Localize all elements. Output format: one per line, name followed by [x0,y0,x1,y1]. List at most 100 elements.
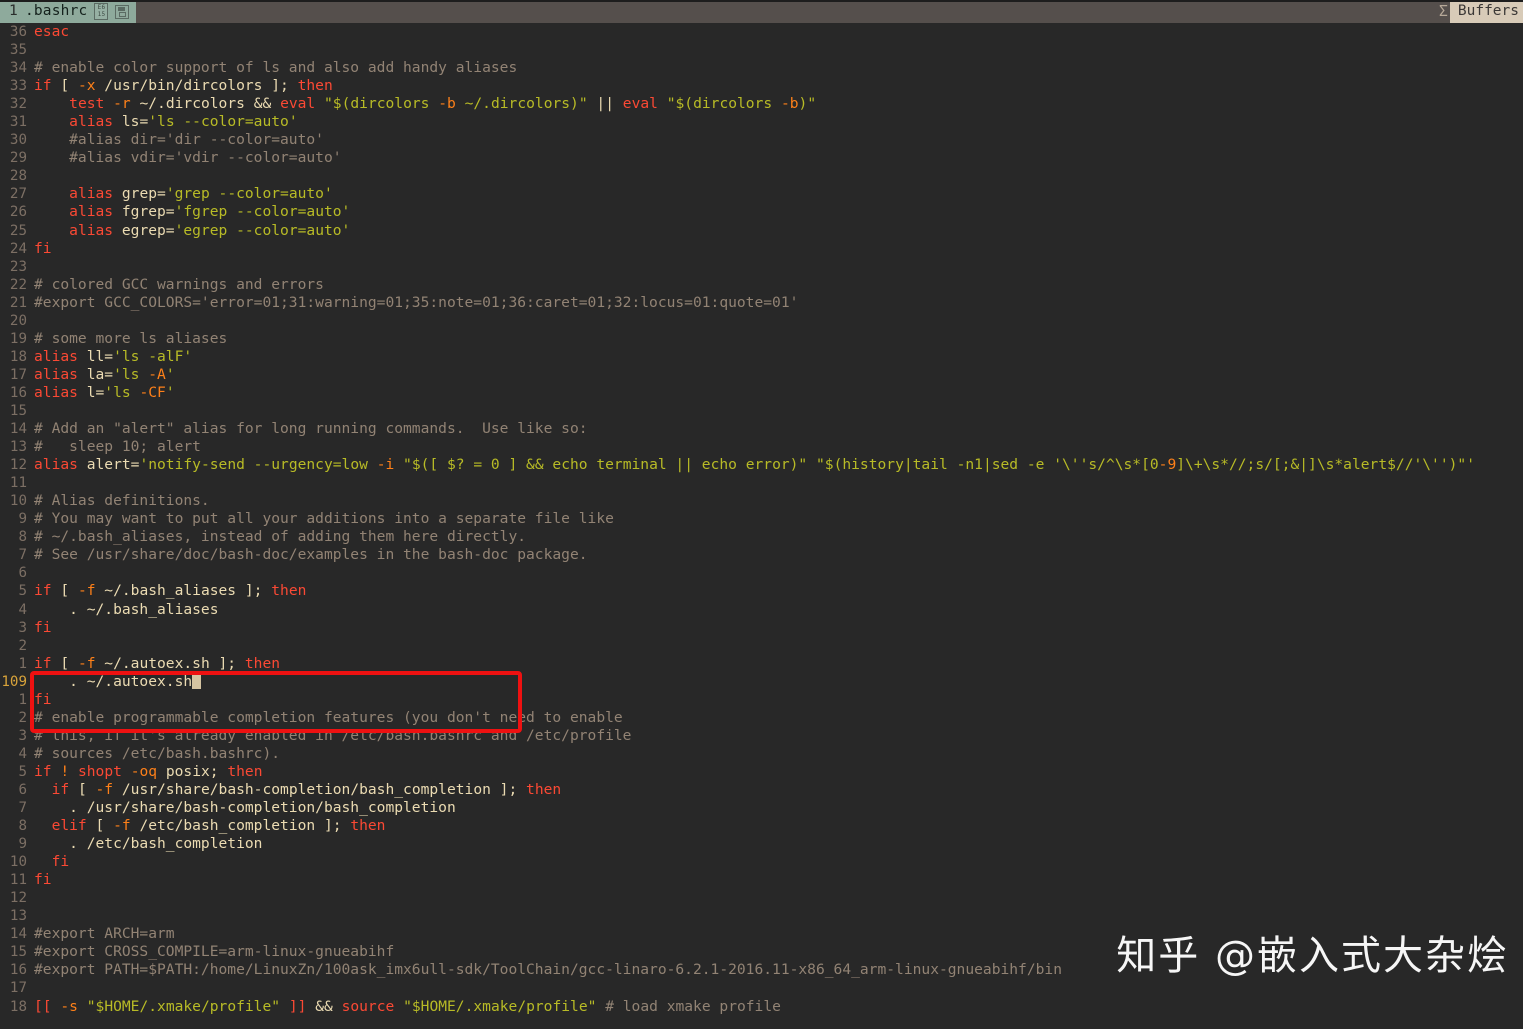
code-token: alert= [77,456,140,474]
tab-number: 1 [9,3,18,19]
code-text: # sources /etc/bash.bashrc). [34,745,280,763]
code-line[interactable]: 17 [0,979,1523,997]
code-line[interactable]: 9 . /etc/bash_completion [0,835,1523,853]
code-token: ll= [77,347,114,365]
code-line[interactable]: 30 #alias dir='dir --color=auto' [0,131,1523,149]
code-text: . ~/.autoex.sh [34,672,201,691]
code-line[interactable]: 16 alias l='ls -CF' [0,384,1523,402]
buffers-button[interactable]: Buffers [1449,0,1523,23]
code-token: # colored GCC warnings and errors [34,275,324,293]
code-line[interactable]: 5 if [ -f ~/.bash_aliases ]; then [0,582,1523,600]
code-token: ~/.autoex.sh ]; [95,654,245,672]
code-text: . /etc/bash_completion [34,835,262,853]
code-token: /etc/bash_completion ]; [130,817,351,835]
code-token: ' [165,365,175,383]
code-line[interactable]: 11 fi [0,871,1523,889]
code-line[interactable]: 29 #alias vdir='vdir --color=auto' [0,149,1523,167]
code-line[interactable]: 18 [[ -s "$HOME/.xmake/profile" ]] && sou… [0,998,1523,1016]
line-number: 21 [9,294,27,311]
code-line[interactable]: 12 alias alert='notify-send --urgency=low… [0,456,1523,474]
powerline-separator-icon: Σ [1438,2,1448,20]
code-line[interactable]: 24 fi [0,240,1523,258]
code-line[interactable]: 25 alias egrep='egrep --color=auto' [0,222,1523,240]
code-token: if [34,654,52,672]
code-line[interactable]: 27 alias grep='grep --color=auto' [0,185,1523,203]
code-line[interactable]: 1 if [ -f ~/.autoex.sh ]; then [0,655,1523,673]
code-text: . /usr/share/bash-completion/bash_comple… [34,799,456,817]
code-token: l= [77,383,105,401]
editor-area[interactable]: 36 esac 35 34 # enable color support of ls a… [0,23,1523,1029]
code-text: alias l='ls -CF' [34,384,175,402]
code-line[interactable]: 31 alias ls='ls --color=auto' [0,113,1523,131]
code-line[interactable]: 36 esac [0,23,1523,41]
code-line[interactable]: 18 alias ll='ls -alF' [0,348,1523,366]
code-token: # ~/.bash_aliases, instead of adding the… [34,528,527,546]
code-line[interactable]: 17 alias la='ls -A' [0,366,1523,384]
code-token: posix; [157,762,228,780]
code-token: # Alias definitions. [34,492,210,510]
code-line[interactable]: 28 [0,167,1523,185]
code-line[interactable]: 26 alias fgrep='fgrep --color=auto' [0,203,1523,221]
code-token: [ [51,77,78,95]
code-text: if [ -f ~/.autoex.sh ]; then [34,655,280,673]
code-line[interactable]: 109 . ~/.autoex.sh [0,672,1523,691]
code-line[interactable]: 35 [0,41,1523,59]
code-text: #alias dir='dir --color=auto' [34,131,324,149]
code-line[interactable]: 5 if ! shopt -oq posix; then [0,763,1523,781]
code-line[interactable]: 3 fi [0,619,1523,637]
code-line[interactable]: 8 # ~/.bash_aliases, instead of adding th… [0,528,1523,546]
code-line[interactable]: 2 [0,637,1523,655]
line-number: 29 [9,150,27,167]
code-token: "$([ $? = 0 ] && echo terminal || echo e… [394,456,1159,474]
code-line[interactable]: 3 # this, if it's already enabled in /etc… [0,727,1523,745]
code-line[interactable]: 14 # Add an "alert" alias for long runnin… [0,420,1523,438]
code-line[interactable]: 34 # enable color support of ls and also … [0,59,1523,77]
line-number: 19 [9,330,27,347]
line-number: 17 [9,366,27,383]
code-line[interactable]: 6 if [ -f /usr/share/bash-completion/bas… [0,781,1523,799]
tabline-right[interactable]: Σ Buffers [1433,0,1523,23]
code-token: -f [95,780,114,798]
code-line[interactable]: 9 # You may want to put all your addition… [0,510,1523,528]
code-line[interactable]: 32 test -r ~/.dircolors && eval "$(dirco… [0,95,1523,113]
code-line[interactable]: 1 fi [0,691,1523,709]
code-token: ]\+\s*//;s/[;&|]\s*alert$//'\'')"' [1176,456,1475,474]
code-line[interactable]: 12 [0,889,1523,907]
code-token: #export ARCH=arm [34,925,175,943]
code-line[interactable]: 7 # See /usr/share/doc/bash-doc/examples … [0,546,1523,564]
code-text: alias fgrep='fgrep --color=auto' [34,203,350,221]
line-number: 8 [18,818,27,835]
code-line[interactable]: 4 . ~/.bash_aliases [0,601,1523,619]
code-token: 'fgrep --color=auto' [174,203,351,221]
code-text: alias grep='grep --color=auto' [34,185,333,203]
code-line[interactable]: 33 if [ -x /usr/bin/dircolors ]; then [0,77,1523,95]
code-token: # load xmake profile [605,997,781,1015]
code-line[interactable]: 22 # colored GCC warnings and errors [0,276,1523,294]
code-line[interactable]: 2 # enable programmable completion featur… [0,709,1523,727]
code-line[interactable]: 15 [0,402,1523,420]
code-line[interactable]: 23 [0,258,1523,276]
code-line[interactable]: 8 elif [ -f /etc/bash_completion ]; then [0,817,1523,835]
tab-bashrc[interactable]: 1 .bashrc E6 15 [0,0,137,23]
code-line[interactable]: 4 # sources /etc/bash.bashrc). [0,745,1523,763]
code-token: # You may want to put all your additions… [34,510,614,528]
code-line[interactable]: 6 [0,564,1523,582]
tabline-filler [136,0,1432,23]
line-number: 6 [18,781,27,798]
code-line[interactable]: 21 #export GCC_COLORS='error=01;31:warnin… [0,294,1523,312]
code-token: -b [438,95,456,113]
code-line[interactable]: 10 # Alias definitions. [0,492,1523,510]
code-line[interactable]: 20 [0,312,1523,330]
code-line[interactable]: 11 [0,474,1523,492]
code-token: then [350,817,386,835]
line-number: 15 [9,944,27,961]
code-line[interactable]: 10 fi [0,853,1523,871]
line-number: 1 [18,655,27,672]
code-line[interactable]: 13 # sleep 10; alert [0,438,1523,456]
code-token: # sources /etc/bash.bashrc). [34,744,281,762]
code-line[interactable]: 19 # some more ls aliases [0,330,1523,348]
code-line[interactable]: 7 . /usr/share/bash-completion/bash_comp… [0,799,1523,817]
